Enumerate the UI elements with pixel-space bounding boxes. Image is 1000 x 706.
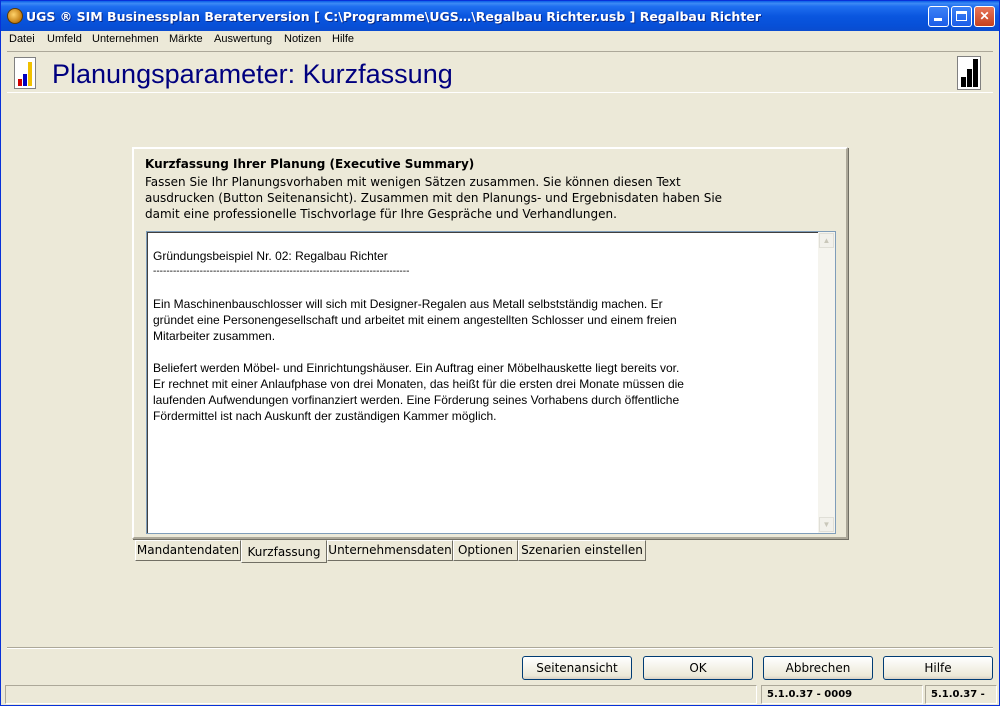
window-title: UGS ® SIM Businessplan Beraterversion [ … — [26, 9, 761, 24]
text-line: Er rechnet mit einer Anlaufphase von dre… — [153, 377, 684, 391]
text-line: Ein Maschinenbauschlosser will sich mit … — [153, 297, 663, 311]
status-version-left: 5.1.0.37 - 0009 — [761, 685, 923, 704]
menu-datei[interactable]: Datei — [9, 33, 35, 45]
text-line: Gründungsbeispiel Nr. 02: Regalbau Richt… — [153, 249, 388, 263]
menu-umfeld[interactable]: Umfeld — [47, 33, 82, 45]
text-line: Mitarbeiter zusammen. — [153, 329, 276, 343]
scroll-down-icon[interactable]: ▼ — [819, 517, 834, 532]
seitenansicht-button[interactable]: Seitenansicht — [522, 656, 632, 680]
close-button[interactable]: ✕ — [974, 6, 995, 27]
maximize-button[interactable] — [951, 6, 972, 27]
menu-maerkte[interactable]: Märkte — [169, 33, 203, 45]
page-header: Planungsparameter: Kurzfassung — [7, 51, 993, 93]
page-title: Planungsparameter: Kurzfassung — [52, 59, 453, 89]
divider — [7, 647, 993, 649]
tab-mandantendaten[interactable]: Mandantendaten — [135, 540, 241, 561]
panel-heading: Kurzfassung Ihrer Planung (Executive Sum… — [145, 157, 475, 171]
signal-strength-icon[interactable] — [957, 56, 981, 90]
application-window: UGS ® SIM Businessplan Beraterversion [ … — [0, 0, 1000, 706]
tab-unternehmensdaten[interactable]: Unternehmensdaten — [327, 540, 453, 561]
summary-textarea[interactable]: Gründungsbeispiel Nr. 02: Regalbau Richt… — [146, 231, 836, 534]
menu-notizen[interactable]: Notizen — [284, 33, 321, 45]
text-line: Fördermittel ist nach Auskunft der zustä… — [153, 409, 497, 423]
summary-text: Gründungsbeispiel Nr. 02: Regalbau Richt… — [153, 248, 813, 424]
menu-unternehmen[interactable]: Unternehmen — [92, 33, 159, 45]
description-line: Fassen Sie Ihr Planungsvorhaben mit weni… — [145, 175, 681, 189]
menu-auswertung[interactable]: Auswertung — [214, 33, 272, 45]
abbrechen-button[interactable]: Abbrechen — [763, 656, 873, 680]
tab-optionen[interactable]: Optionen — [453, 540, 518, 561]
menu-bar: Datei Umfeld Unternehmen Märkte Auswertu… — [1, 31, 999, 49]
bar-chart-icon — [14, 57, 36, 89]
panel-description: Fassen Sie Ihr Planungsvorhaben mit weni… — [145, 174, 723, 222]
close-icon: ✕ — [979, 9, 990, 23]
scroll-up-icon[interactable]: ▲ — [819, 233, 834, 248]
maximize-icon — [956, 11, 967, 21]
description-line: ausdrucken (Button Seitenansicht). Zusam… — [145, 191, 723, 205]
app-icon[interactable] — [7, 8, 23, 24]
text-line: laufenden Aufwendungen vorfinanziert wer… — [153, 393, 680, 407]
ok-button[interactable]: OK — [643, 656, 753, 680]
text-line: gründet eine Personengesellschaft und ar… — [153, 313, 677, 327]
status-cell-main — [5, 685, 757, 704]
description-line: damit eine professionelle Tischvorlage f… — [145, 207, 617, 221]
menu-hilfe[interactable]: Hilfe — [332, 33, 354, 45]
title-bar[interactable]: UGS ® SIM Businessplan Beraterversion [ … — [1, 1, 999, 31]
summary-panel: Kurzfassung Ihrer Planung (Executive Sum… — [132, 147, 848, 539]
status-version-right: 5.1.0.37 - — [925, 685, 997, 704]
minimize-icon — [934, 18, 942, 21]
text-line: ----------------------------------------… — [153, 266, 410, 277]
hilfe-button[interactable]: Hilfe — [883, 656, 993, 680]
tab-kurzfassung[interactable]: Kurzfassung — [241, 540, 327, 563]
vertical-scrollbar[interactable]: ▲ ▼ — [818, 232, 835, 533]
minimize-button[interactable] — [928, 6, 949, 27]
tab-szenarien-einstellen[interactable]: Szenarien einstellen — [518, 540, 646, 561]
text-line: Beliefert werden Möbel- und Einrichtungs… — [153, 361, 680, 375]
status-bar: 5.1.0.37 - 0009 5.1.0.37 - — [1, 683, 999, 705]
